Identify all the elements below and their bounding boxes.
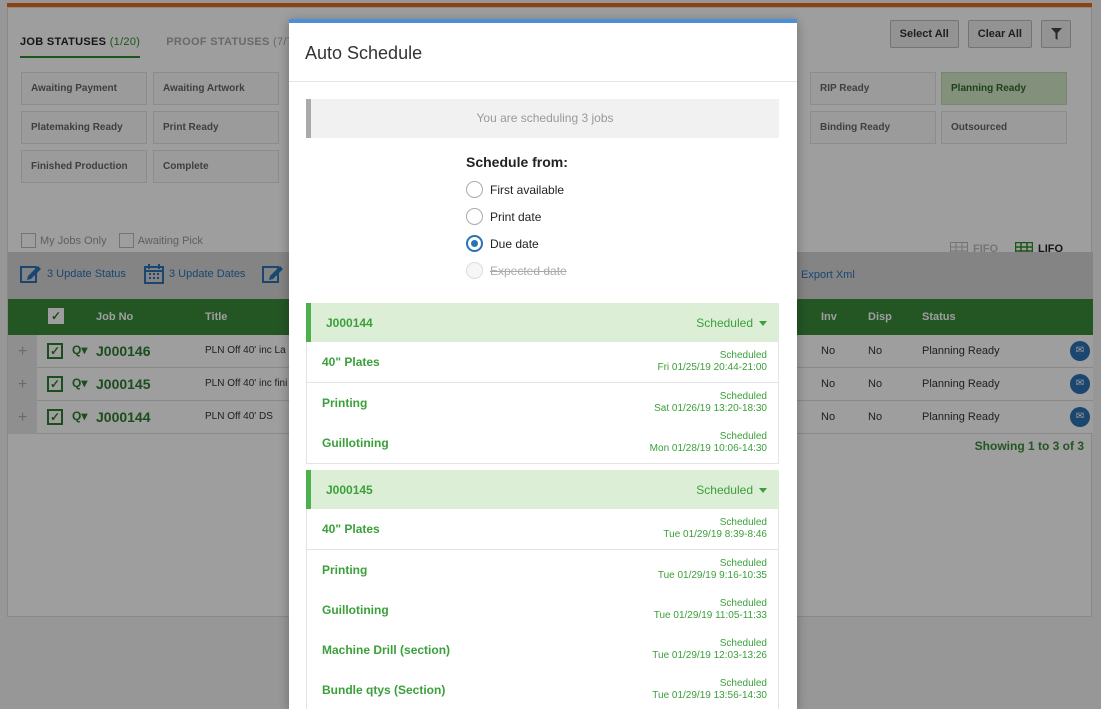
task-status: Scheduled: [719, 391, 767, 402]
task-name: Printing: [322, 396, 368, 410]
task-time: Mon 01/28/19 10:06-14:30: [649, 443, 767, 454]
radio-label: Expected date: [490, 263, 567, 278]
task-schedule: Scheduled Tue 01/29/19 13:56-14:30: [652, 678, 767, 702]
radio-label: Print date: [490, 209, 542, 224]
radio-circle: [466, 181, 483, 198]
radio-circle: [466, 235, 483, 252]
radio-due-date[interactable]: Due date: [466, 235, 539, 252]
task-row: 40" Plates Scheduled Tue 01/29/19 8:39-8:…: [306, 509, 779, 550]
job-status-dropdown[interactable]: Scheduled: [696, 483, 767, 497]
task-row: Guillotining Scheduled Mon 01/28/19 10:06…: [306, 423, 779, 464]
task-time: Sat 01/26/19 13:20-18:30: [654, 403, 767, 414]
task-schedule: Scheduled Tue 01/29/19 11:05-11:33: [654, 598, 767, 622]
task-name: Guillotining: [322, 603, 389, 617]
job-group-header[interactable]: J000144 Scheduled: [306, 303, 779, 342]
task-name: Guillotining: [322, 436, 389, 450]
task-row: Printing Scheduled Sat 01/26/19 13:20-18:…: [306, 383, 779, 424]
radio-circle: [466, 208, 483, 225]
radio-first-available[interactable]: First available: [466, 181, 564, 198]
radio-print-date[interactable]: Print date: [466, 208, 541, 225]
job-status: Scheduled: [696, 483, 753, 497]
task-time: Tue 01/29/19 11:05-11:33: [653, 610, 767, 621]
task-schedule: Scheduled Mon 01/28/19 10:06-14:30: [650, 431, 767, 455]
task-status: Scheduled: [719, 678, 767, 689]
task-row: Machine Drill (section) Scheduled Tue 01/…: [306, 630, 779, 671]
task-row: Guillotining Scheduled Tue 01/29/19 11:05…: [306, 590, 779, 631]
task-name: 40" Plates: [322, 355, 380, 369]
task-schedule: Scheduled Sat 01/26/19 13:20-18:30: [654, 391, 767, 415]
task-schedule: Scheduled Tue 01/29/19 9:16-10:35: [658, 558, 767, 582]
task-time: Tue 01/29/19 9:16-10:35: [657, 570, 767, 581]
task-time: Tue 01/29/19 8:39-8:46: [663, 529, 767, 540]
task-status: Scheduled: [719, 517, 767, 528]
radio-label: Due date: [490, 236, 539, 251]
schedule-from-label: Schedule from:: [466, 154, 568, 170]
task-status: Scheduled: [719, 431, 767, 442]
job-number: J000145: [326, 483, 373, 497]
auto-schedule-modal: Auto Schedule You are scheduling 3 jobs …: [289, 19, 797, 709]
task-time: Tue 01/29/19 13:56-14:30: [652, 690, 767, 701]
radio-circle: [466, 262, 483, 279]
task-status: Scheduled: [719, 350, 767, 361]
caret-down-icon: [759, 487, 767, 493]
task-name: Machine Drill (section): [322, 643, 451, 657]
job-status: Scheduled: [696, 316, 753, 330]
task-schedule: Scheduled Fri 01/25/19 20:44-21:00: [657, 350, 767, 374]
task-time: Tue 01/29/19 12:03-13:26: [652, 650, 767, 661]
task-row: Bundle qtys (Section) Scheduled Tue 01/29…: [306, 670, 779, 709]
task-status: Scheduled: [719, 598, 767, 609]
task-row: Printing Scheduled Tue 01/29/19 9:16-10:3…: [306, 550, 779, 591]
radio-expected-date: Expected date: [466, 262, 567, 279]
job-number: J000144: [326, 316, 373, 330]
task-schedule: Scheduled Tue 01/29/19 12:03-13:26: [652, 638, 767, 662]
task-status: Scheduled: [719, 558, 767, 569]
caret-down-icon: [759, 320, 767, 326]
task-schedule: Scheduled Tue 01/29/19 8:39-8:46: [663, 517, 767, 541]
task-time: Fri 01/25/19 20:44-21:00: [657, 362, 767, 373]
radio-label: First available: [490, 182, 565, 197]
task-row: 40" Plates Scheduled Fri 01/25/19 20:44-2…: [306, 342, 779, 383]
task-name: Printing: [322, 563, 368, 577]
job-group-header[interactable]: J000145 Scheduled: [306, 470, 779, 509]
modal-title: Auto Schedule: [289, 23, 797, 82]
job-status-dropdown[interactable]: Scheduled: [696, 316, 767, 330]
task-name: Bundle qtys (Section): [322, 683, 446, 697]
task-name: 40" Plates: [322, 522, 380, 536]
scheduling-info: You are scheduling 3 jobs: [306, 99, 779, 138]
task-status: Scheduled: [719, 638, 767, 649]
